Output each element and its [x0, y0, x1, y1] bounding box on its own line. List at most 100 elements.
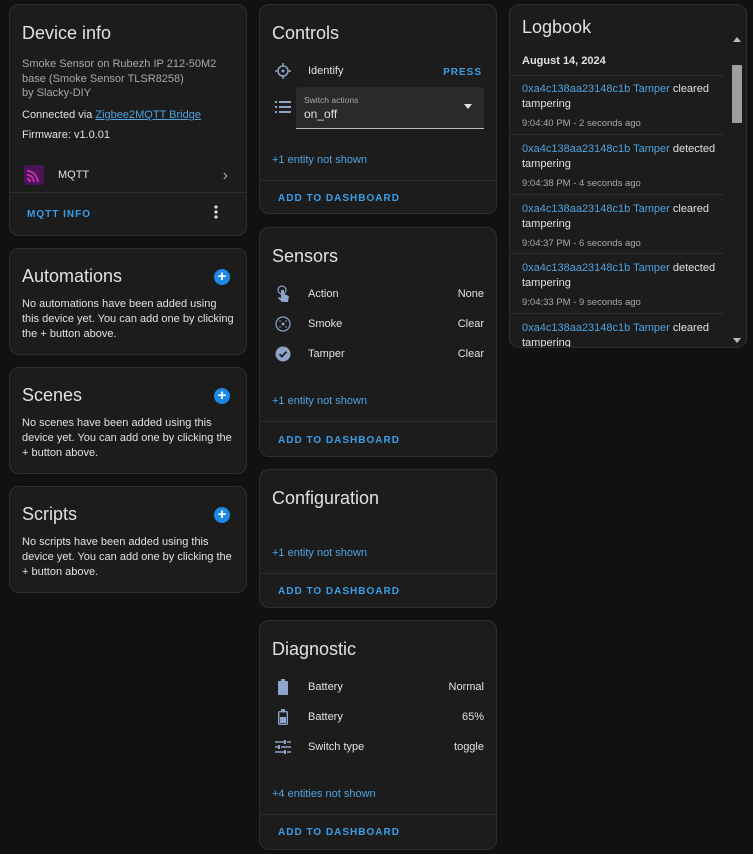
scripts-card: Scripts + No scripts have been added usi…: [9, 486, 247, 593]
logbook-entry: 0xa4c138aa23148c1b Tamper cleared tamper…: [522, 321, 720, 348]
logbook-entry: 0xa4c138aa23148c1b Tamper detected tampe…: [522, 261, 720, 310]
identify-label: Identify: [308, 65, 344, 77]
log-state: tampering: [522, 337, 571, 348]
diagnostic-card: Diagnostic Battery Normal Battery 65% Sw…: [259, 620, 497, 850]
configuration-divider: [260, 573, 496, 574]
identify-icon: [274, 62, 292, 80]
log-time: 9:04:37 PM - 6 seconds ago: [522, 238, 641, 249]
log-time: 9:04:40 PM - 2 seconds ago: [522, 118, 641, 129]
sensors-title: Sensors: [272, 246, 339, 266]
diagnostic-divider: [260, 814, 496, 815]
device-manufacturer: by Slacky-DIY: [22, 87, 92, 99]
diagnostic-title: Diagnostic: [272, 639, 357, 659]
firmware-version: Firmware: v1.0.01: [22, 129, 111, 141]
log-entity-link[interactable]: 0xa4c138aa23148c1b Tamper: [522, 143, 670, 155]
log-state: tampering: [522, 158, 571, 170]
switch-actions-select[interactable]: Switch actions on_off: [296, 87, 484, 129]
configuration-add-dashboard-button[interactable]: ADD TO DASHBOARD: [278, 586, 400, 597]
controls-card: Controls Identify PRESS Switch actions o…: [259, 4, 497, 214]
sensor-tamper-value: Clear: [457, 348, 484, 360]
log-time: 9:04:38 PM - 4 seconds ago: [522, 178, 641, 189]
gesture-tap-icon: [274, 285, 292, 303]
controls-add-dashboard-button[interactable]: ADD TO DASHBOARD: [278, 193, 400, 204]
logbook-entry: 0xa4c138aa23148c1b Tamper detected tampe…: [522, 142, 720, 191]
sensors-hidden-link[interactable]: +1 entity not shown: [272, 395, 367, 407]
diag-battery-name[interactable]: Battery: [308, 681, 343, 693]
scripts-empty-text: No scripts have been added using this de…: [22, 536, 232, 578]
diagnostic-add-dashboard-button[interactable]: ADD TO DASHBOARD: [278, 827, 400, 838]
add-automation-button[interactable]: +: [214, 269, 230, 285]
device-info-title: Device info: [22, 23, 112, 43]
device-info-divider: [10, 192, 246, 193]
smoke-detector-icon: [274, 315, 292, 333]
more-vert-icon[interactable]: [214, 205, 218, 224]
diagnostic-hidden-link[interactable]: +4 entities not shown: [272, 788, 376, 800]
logbook-entry: 0xa4c138aa23148c1b Tamper cleared tamper…: [522, 82, 720, 131]
log-entity-link[interactable]: 0xa4c138aa23148c1b Tamper: [522, 322, 670, 334]
add-scene-button[interactable]: +: [214, 388, 230, 404]
logbook-date: August 14, 2024: [522, 55, 606, 67]
sensor-tamper-name[interactable]: Tamper: [308, 348, 345, 360]
controls-hidden-link[interactable]: +1 entity not shown: [272, 154, 367, 166]
identify-press-button[interactable]: PRESS: [443, 67, 482, 78]
logbook-entry: 0xa4c138aa23148c1b Tamper cleared tamper…: [522, 202, 720, 251]
sensor-action-name[interactable]: Action: [308, 288, 339, 300]
log-action: detected: [672, 262, 716, 274]
logbook-entry-divider: [510, 313, 724, 314]
sensor-smoke-value: Clear: [457, 318, 484, 330]
scroll-down-arrow-icon[interactable]: [733, 338, 741, 343]
device-info-card: Device info Smoke Sensor on Rubezh IP 21…: [9, 4, 247, 236]
automations-card: Automations + No automations have been a…: [9, 248, 247, 355]
log-action: cleared: [672, 322, 709, 334]
scenes-card: Scenes + No scenes have been added using…: [9, 367, 247, 474]
log-state: tampering: [522, 218, 571, 230]
logbook-scrollbar[interactable]: [730, 35, 744, 347]
mqtt-logo-icon: [24, 165, 44, 185]
mqtt-integration-row[interactable]: MQTT ›: [10, 157, 246, 193]
sensors-card: Sensors Action None Smoke Clear Tamper C…: [259, 227, 497, 457]
controls-divider: [260, 180, 496, 181]
mqtt-info-button[interactable]: MQTT INFO: [27, 209, 91, 220]
sensor-smoke-name[interactable]: Smoke: [308, 318, 342, 330]
automations-empty-text: No automations have been added using thi…: [22, 298, 234, 340]
tune-icon: [274, 738, 292, 756]
sensors-add-dashboard-button[interactable]: ADD TO DASHBOARD: [278, 435, 400, 446]
scrollbar-thumb[interactable]: [732, 65, 742, 123]
select-label: Switch actions: [304, 95, 359, 105]
bridge-link[interactable]: Zigbee2MQTT Bridge: [95, 109, 201, 121]
log-action: cleared: [672, 83, 709, 95]
battery-icon: [274, 678, 292, 696]
log-time: 9:04:33 PM - 9 seconds ago: [522, 297, 641, 308]
logbook-entry-divider: [510, 253, 724, 254]
log-entity-link[interactable]: 0xa4c138aa23148c1b Tamper: [522, 262, 670, 274]
check-circle-icon: [274, 345, 292, 363]
log-action: detected: [672, 143, 716, 155]
controls-title: Controls: [272, 23, 340, 43]
log-state: tampering: [522, 277, 571, 289]
scroll-up-arrow-icon[interactable]: [733, 37, 741, 42]
configuration-card: Configuration +1 entity not shown ADD TO…: [259, 469, 497, 608]
device-model: Smoke Sensor on Rubezh IP 212-50M2 base …: [22, 58, 217, 85]
diag-battery-value: Normal: [448, 681, 484, 693]
select-value: on_off: [304, 107, 338, 121]
battery-60-icon: [274, 708, 292, 726]
logbook-entry-divider: [510, 194, 724, 195]
logbook-entry-divider: [510, 134, 724, 135]
dropdown-arrow-icon: [464, 104, 472, 109]
configuration-hidden-link[interactable]: +1 entity not shown: [272, 547, 367, 559]
configuration-title: Configuration: [272, 488, 380, 508]
automations-title: Automations: [22, 266, 123, 286]
logbook-card: Logbook August 14, 2024 0xa4c138aa23148c…: [509, 4, 747, 348]
chevron-right-icon: ›: [222, 167, 228, 184]
diag-switch-type-name[interactable]: Switch type: [308, 741, 364, 753]
log-entity-link[interactable]: 0xa4c138aa23148c1b Tamper: [522, 203, 670, 215]
log-entity-link[interactable]: 0xa4c138aa23148c1b Tamper: [522, 83, 670, 95]
connected-prefix: Connected via: [22, 109, 93, 121]
device-connection: Connected via Zigbee2MQTT Bridge: [22, 109, 201, 121]
sensor-action-value: None: [457, 288, 484, 300]
scenes-title: Scenes: [22, 385, 83, 405]
list-icon: [274, 98, 292, 116]
scripts-title: Scripts: [22, 504, 78, 524]
diag-battery-pct-name[interactable]: Battery: [308, 711, 343, 723]
add-script-button[interactable]: +: [214, 507, 230, 523]
